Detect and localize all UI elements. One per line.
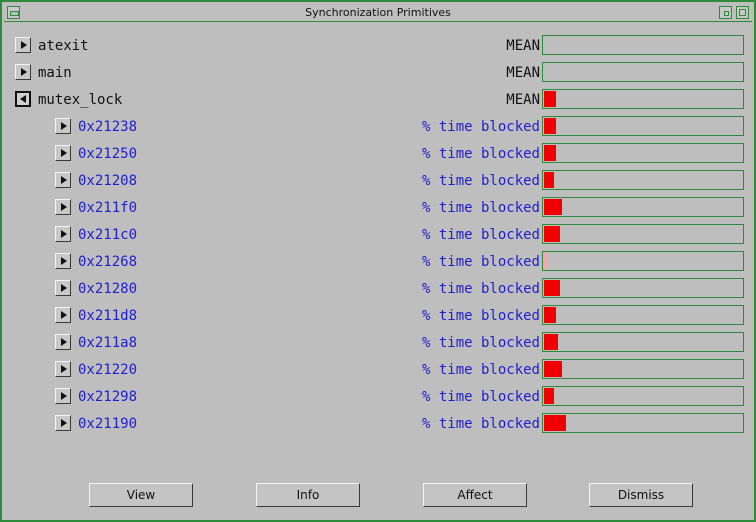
row-label[interactable]: 0x21220 [78, 361, 137, 379]
metric-label: % time blocked [421, 308, 540, 324]
value-bar [542, 332, 744, 352]
mutex-row: 0x211c0 % time blocked [2, 224, 754, 246]
function-row: main MEAN [2, 62, 754, 84]
value-bar [542, 413, 744, 433]
value-bar [542, 224, 744, 244]
value-bar-fill [544, 118, 556, 134]
value-bar [542, 35, 744, 55]
value-bar [542, 386, 744, 406]
minimize-icon[interactable] [719, 6, 732, 19]
mutex-row: 0x211d8 % time blocked [2, 305, 754, 327]
value-bar-fill [544, 361, 562, 377]
metric-label: % time blocked [421, 173, 540, 189]
row-label[interactable]: atexit [38, 37, 89, 55]
expand-arrow-icon[interactable] [15, 37, 31, 53]
metric-label: % time blocked [421, 281, 540, 297]
value-bar-fill [544, 307, 556, 323]
affect-button[interactable]: Affect [423, 483, 527, 507]
row-label[interactable]: 0x21298 [78, 388, 137, 406]
row-label[interactable]: 0x211f0 [78, 199, 137, 217]
view-button[interactable]: View [89, 483, 193, 507]
dismiss-button[interactable]: Dismiss [589, 483, 693, 507]
value-bar [542, 89, 744, 109]
metric-label: MEAN [506, 65, 540, 81]
metric-label: % time blocked [421, 200, 540, 216]
metric-label: % time blocked [421, 254, 540, 270]
mutex-row: 0x211a8 % time blocked [2, 332, 754, 354]
value-bar-fill [544, 145, 556, 161]
row-label[interactable]: 0x21250 [78, 145, 137, 163]
value-bar [542, 143, 744, 163]
mutex-row: 0x21190 % time blocked [2, 413, 754, 435]
expand-arrow-icon[interactable] [55, 388, 71, 404]
value-bar-fill [544, 172, 554, 188]
value-bar [542, 278, 744, 298]
value-bar [542, 359, 744, 379]
mutex-row: 0x21280 % time blocked [2, 278, 754, 300]
row-label[interactable]: 0x211a8 [78, 334, 137, 352]
expand-arrow-icon[interactable] [55, 118, 71, 134]
mutex-row: 0x21220 % time blocked [2, 359, 754, 381]
metric-label: MEAN [506, 38, 540, 54]
metric-label: % time blocked [421, 362, 540, 378]
expand-arrow-icon[interactable] [15, 64, 31, 80]
maximize-icon[interactable] [736, 6, 749, 19]
info-button[interactable]: Info [256, 483, 360, 507]
value-bar [542, 305, 744, 325]
metric-label: % time blocked [421, 416, 540, 432]
function-row: atexit MEAN [2, 35, 754, 57]
value-bar [542, 251, 744, 271]
sync-primitives-window: Synchronization Primitives atexit MEAN mai… [0, 0, 756, 522]
value-bar-fill [544, 280, 560, 296]
mutex-row: 0x21268 % time blocked [2, 251, 754, 273]
expand-arrow-icon[interactable] [55, 199, 71, 215]
row-label[interactable]: main [38, 64, 72, 82]
value-bar-fill [544, 199, 562, 215]
value-bar [542, 116, 744, 136]
metric-label: % time blocked [421, 389, 540, 405]
expand-arrow-icon[interactable] [55, 307, 71, 323]
mutex-row: 0x21208 % time blocked [2, 170, 754, 192]
window-title: Synchronization Primitives [305, 6, 451, 19]
value-bar-fill [544, 334, 558, 350]
mutex-row: 0x21250 % time blocked [2, 143, 754, 165]
expand-arrow-icon[interactable] [55, 361, 71, 377]
value-bar-fill [544, 253, 548, 269]
row-label[interactable]: mutex_lock [38, 91, 122, 109]
row-label[interactable]: 0x21268 [78, 253, 137, 271]
mutex-row: 0x211f0 % time blocked [2, 197, 754, 219]
expand-arrow-icon[interactable] [55, 226, 71, 242]
metric-label: % time blocked [421, 335, 540, 351]
value-bar [542, 62, 744, 82]
expand-arrow-icon[interactable] [55, 334, 71, 350]
metric-label: % time blocked [421, 227, 540, 243]
value-bar [542, 170, 744, 190]
row-label[interactable]: 0x21208 [78, 172, 137, 190]
value-bar-fill [544, 226, 560, 242]
value-bar-fill [544, 388, 554, 404]
row-label[interactable]: 0x211c0 [78, 226, 137, 244]
metric-label: % time blocked [421, 146, 540, 162]
expand-arrow-icon[interactable] [55, 145, 71, 161]
expand-arrow-icon[interactable] [55, 280, 71, 296]
mutex-row: 0x21238 % time blocked [2, 116, 754, 138]
collapse-arrow-icon[interactable] [15, 91, 31, 107]
expand-arrow-icon[interactable] [55, 253, 71, 269]
function-row: mutex_lock MEAN [2, 89, 754, 111]
row-label[interactable]: 0x21280 [78, 280, 137, 298]
metric-label: MEAN [506, 92, 540, 108]
row-label[interactable]: 0x21190 [78, 415, 137, 433]
mutex-row: 0x21298 % time blocked [2, 386, 754, 408]
value-bar-fill [544, 91, 556, 107]
expand-arrow-icon[interactable] [55, 172, 71, 188]
row-label[interactable]: 0x21238 [78, 118, 137, 136]
row-label[interactable]: 0x211d8 [78, 307, 137, 325]
expand-arrow-icon[interactable] [55, 415, 71, 431]
value-bar-fill [544, 415, 566, 431]
metric-label: % time blocked [421, 119, 540, 135]
title-bar[interactable]: Synchronization Primitives [4, 4, 752, 22]
value-bar [542, 197, 744, 217]
